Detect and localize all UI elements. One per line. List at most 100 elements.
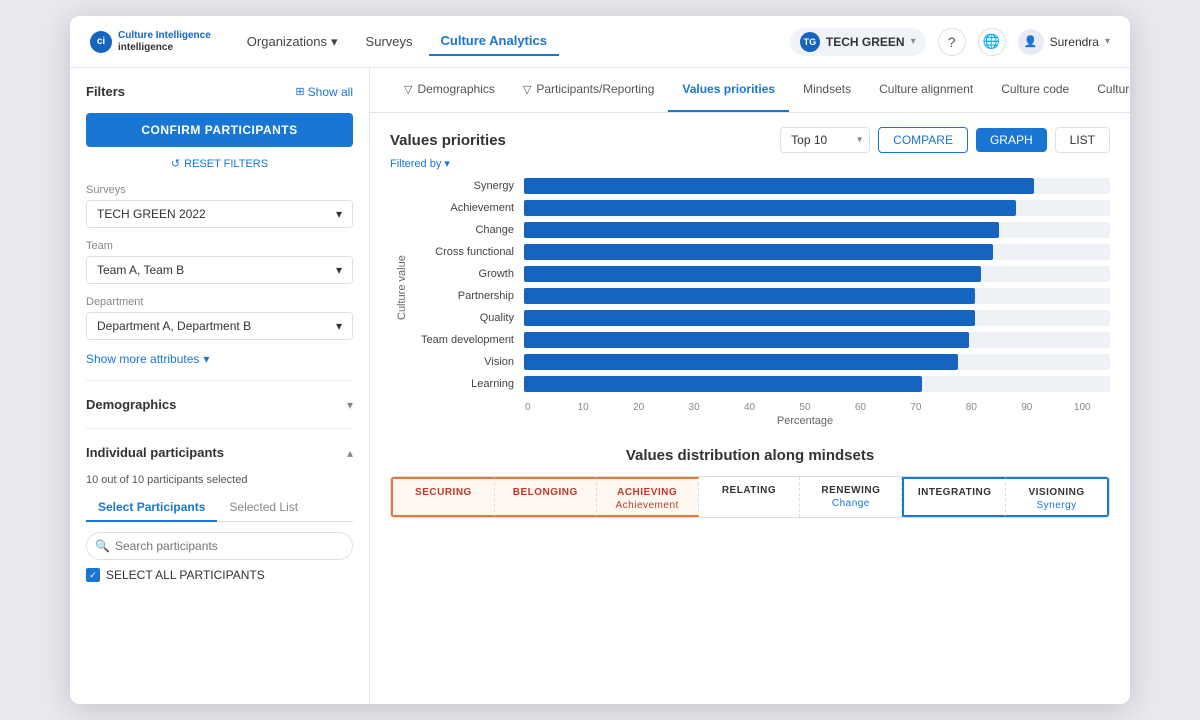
bar-fill bbox=[524, 178, 1034, 194]
nav-surveys[interactable]: Surveys bbox=[354, 28, 425, 55]
org-icon: TG bbox=[800, 32, 820, 52]
chart-bar-row: Quality bbox=[414, 310, 1110, 326]
bar-fill bbox=[524, 354, 958, 370]
chart-inner: Culture value Synergy Achievement Change… bbox=[390, 178, 1110, 398]
user-menu[interactable]: 👤 Surendra ▾ bbox=[1018, 29, 1110, 55]
vp-controls: Top 10 Top 5 Top 15 All COMPARE GRAPH LI… bbox=[780, 127, 1110, 153]
bar-fill bbox=[524, 244, 993, 260]
bar-label: Cross functional bbox=[414, 246, 524, 258]
tab-values-priorities[interactable]: Values priorities bbox=[668, 68, 789, 112]
chart-bar-row: Growth bbox=[414, 266, 1110, 282]
bar-fill bbox=[524, 310, 975, 326]
org-name: TECH GREEN bbox=[826, 35, 905, 49]
chart-bar-row: Vision bbox=[414, 354, 1110, 370]
select-all-checkbox[interactable] bbox=[86, 568, 100, 582]
surveys-filter: Surveys TECH GREEN 2022 ▾ bbox=[86, 184, 353, 228]
tab-filter-icon: ▽ bbox=[404, 83, 412, 96]
nav-organizations[interactable]: Organizations ▾ bbox=[235, 28, 350, 56]
chart-bar-row: Partnership bbox=[414, 288, 1110, 304]
select-all-row[interactable]: SELECT ALL PARTICIPANTS bbox=[86, 568, 353, 582]
bar-track bbox=[524, 244, 1110, 260]
bar-track bbox=[524, 178, 1110, 194]
bar-fill bbox=[524, 288, 975, 304]
mindset-card-belonging[interactable]: BELONGING bbox=[495, 477, 597, 517]
x-tick: 40 bbox=[722, 402, 777, 413]
bar-track bbox=[524, 376, 1110, 392]
demographics-section[interactable]: Demographics ▾ bbox=[86, 391, 353, 418]
bar-label: Change bbox=[414, 224, 524, 236]
mindset-card-relating[interactable]: RELATING bbox=[699, 477, 801, 517]
x-tick: 20 bbox=[611, 402, 666, 413]
sidebar: Filters ⊞ Show all CONFIRM PARTICIPANTS … bbox=[70, 68, 370, 704]
compare-button[interactable]: COMPARE bbox=[878, 127, 968, 153]
team-select[interactable]: Team A, Team B ▾ bbox=[86, 256, 353, 284]
mindset-card-renewing[interactable]: RENEWINGChange bbox=[800, 477, 902, 517]
tab-filter-icon2: ▽ bbox=[523, 83, 531, 96]
bar-fill bbox=[524, 266, 981, 282]
mindset-cards: SECURING BELONGING ACHIEVINGAchievement REL… bbox=[390, 476, 1110, 518]
reset-filters-link[interactable]: ↺ RESET FILTERS bbox=[86, 157, 353, 170]
top10-dropdown[interactable]: Top 10 Top 5 Top 15 All bbox=[780, 127, 870, 153]
bar-label: Learning bbox=[414, 378, 524, 390]
show-all-link[interactable]: ⊞ Show all bbox=[295, 85, 353, 99]
x-tick: 10 bbox=[555, 402, 610, 413]
mindset-label: BELONGING bbox=[501, 487, 590, 498]
mindset-card-integrating[interactable]: INTEGRATING bbox=[902, 477, 1006, 517]
graph-button[interactable]: GRAPH bbox=[976, 128, 1047, 152]
show-more-chevron-icon: ▾ bbox=[203, 352, 209, 366]
mindset-card-securing[interactable]: SECURING bbox=[391, 477, 495, 517]
logo[interactable]: ci Culture Intelligence intelligence bbox=[90, 30, 211, 54]
surveys-select[interactable]: TECH GREEN 2022 ▾ bbox=[86, 200, 353, 228]
search-icon: 🔍 bbox=[95, 539, 110, 553]
search-participants-wrap: 🔍 bbox=[86, 532, 353, 560]
mindset-label: RELATING bbox=[705, 485, 794, 496]
filters-title: Filters bbox=[86, 84, 125, 99]
individual-participants-chevron-icon: ▴ bbox=[347, 446, 353, 460]
confirm-participants-button[interactable]: CONFIRM PARTICIPANTS bbox=[86, 113, 353, 147]
nav-culture-analytics[interactable]: Culture Analytics bbox=[429, 27, 559, 56]
mindset-card-achieving[interactable]: ACHIEVINGAchievement bbox=[597, 477, 699, 517]
mindset-label: RENEWING bbox=[806, 485, 895, 496]
dept-chevron-icon: ▾ bbox=[336, 319, 342, 333]
individual-participants-section[interactable]: Individual participants ▴ bbox=[86, 439, 353, 466]
mindset-sub: Synergy bbox=[1012, 500, 1101, 511]
mindset-card-visioning[interactable]: VISIONING Synergy bbox=[1006, 477, 1109, 517]
individual-participants-title: Individual participants bbox=[86, 445, 224, 460]
filtered-by[interactable]: Filtered by ▾ bbox=[370, 153, 1130, 178]
tab-mindsets[interactable]: Mindsets bbox=[789, 68, 865, 112]
bar-fill bbox=[524, 200, 1016, 216]
mindset-label: ACHIEVING bbox=[603, 487, 692, 498]
avatar: 👤 bbox=[1018, 29, 1044, 55]
tab-demographics[interactable]: ▽ Demographics bbox=[390, 68, 509, 112]
user-chevron-icon: ▾ bbox=[1105, 36, 1110, 47]
tab-culture-alignment[interactable]: Culture alignment bbox=[865, 68, 987, 112]
department-select[interactable]: Department A, Department B ▾ bbox=[86, 312, 353, 340]
x-tick: 50 bbox=[777, 402, 832, 413]
tab-select-participants[interactable]: Select Participants bbox=[86, 494, 217, 522]
mindset-label: VISIONING bbox=[1012, 487, 1101, 498]
bar-track bbox=[524, 222, 1110, 238]
x-tick: 80 bbox=[944, 402, 999, 413]
logo-icon: ci bbox=[90, 31, 112, 53]
list-button[interactable]: LIST bbox=[1055, 127, 1110, 153]
chart-container: Culture value Synergy Achievement Change… bbox=[370, 178, 1130, 437]
values-distribution-section: Values distribution along mindsets SECUR… bbox=[370, 437, 1130, 532]
tab-culture-code[interactable]: Culture code bbox=[987, 68, 1083, 112]
help-button[interactable]: ? bbox=[938, 28, 966, 56]
tab-selected-list[interactable]: Selected List bbox=[217, 494, 310, 521]
bar-label: Synergy bbox=[414, 180, 524, 192]
user-name: Surendra bbox=[1050, 35, 1099, 49]
language-button[interactable]: 🌐 bbox=[978, 28, 1006, 56]
tab-culture-map[interactable]: Culture map bbox=[1083, 68, 1130, 112]
surveys-label: Surveys bbox=[86, 184, 353, 196]
tab-participants-reporting[interactable]: ▽ Participants/Reporting bbox=[509, 68, 669, 112]
topbar-right: TG TECH GREEN ▾ ? 🌐 👤 Surendra ▾ bbox=[790, 28, 1110, 56]
org-selector[interactable]: TG TECH GREEN ▾ bbox=[790, 28, 926, 56]
search-participants-input[interactable] bbox=[86, 532, 353, 560]
show-more-attributes[interactable]: Show more attributes ▾ bbox=[86, 352, 353, 366]
content-area: ▽ Demographics ▽ Participants/Reporting … bbox=[370, 68, 1130, 704]
chart-bar-row: Learning bbox=[414, 376, 1110, 392]
chart-bar-row: Change bbox=[414, 222, 1110, 238]
bar-track bbox=[524, 288, 1110, 304]
bar-label: Team development bbox=[414, 334, 524, 346]
